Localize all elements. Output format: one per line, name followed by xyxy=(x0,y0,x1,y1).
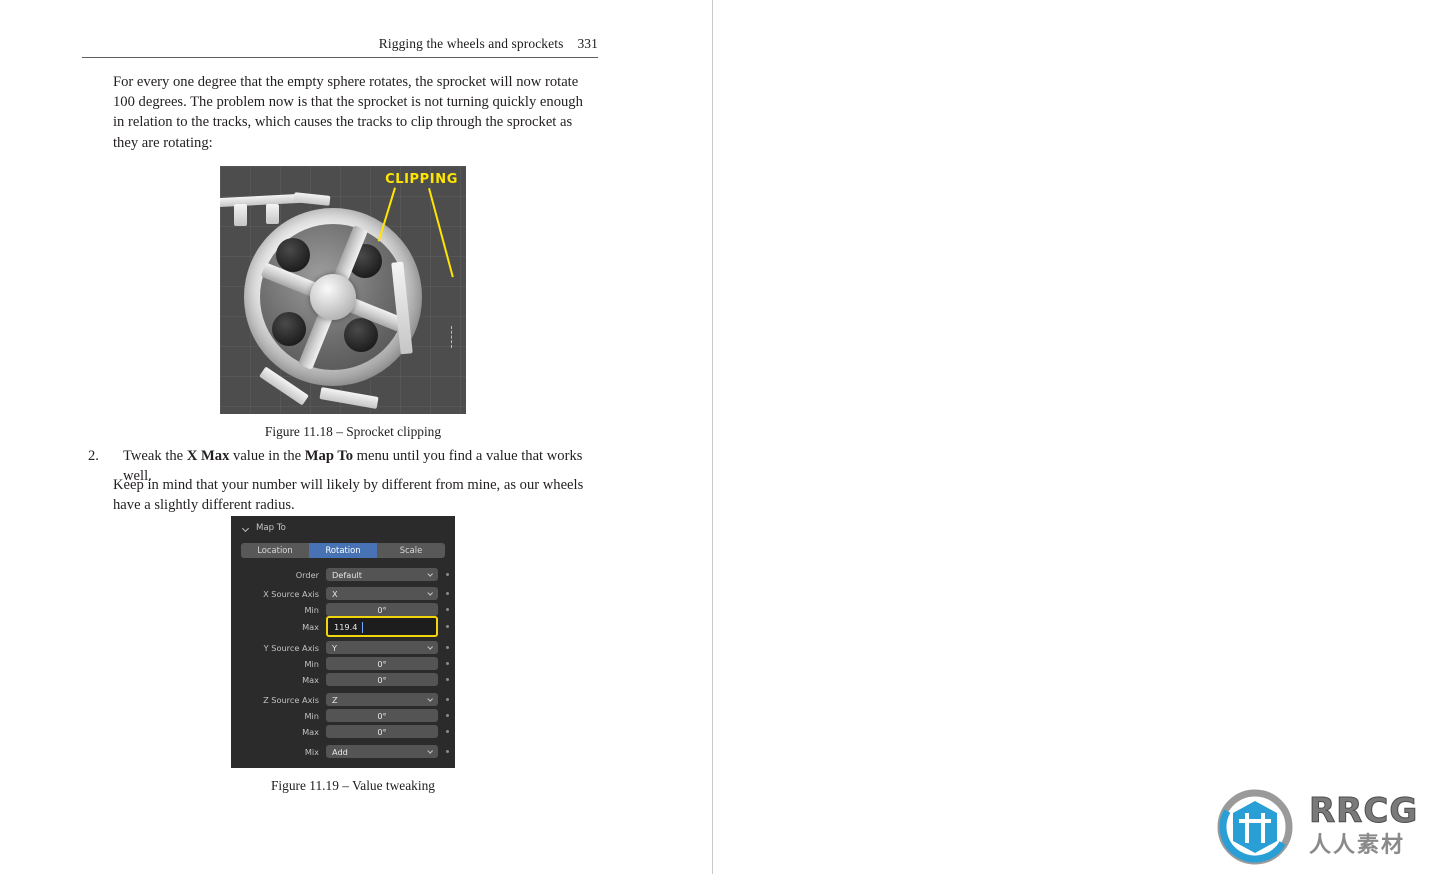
row-mix: Mix Add xyxy=(241,745,449,758)
left-page: Rigging the wheels and sprockets 331 For … xyxy=(0,0,712,874)
row-z-min: Min 0° xyxy=(241,709,449,722)
label-x-max: Max xyxy=(302,621,319,632)
row-order: Order Default xyxy=(241,568,449,581)
animate-property-dot[interactable] xyxy=(446,730,449,733)
panel-header-label: Map To xyxy=(256,523,286,533)
chevron-down-icon xyxy=(426,570,433,577)
row-x-min: Min 0° xyxy=(241,603,449,616)
slider-y-min[interactable]: 0° xyxy=(326,657,438,670)
figure-11-19-caption: Figure 11.19 – Value tweaking xyxy=(270,778,435,793)
figure-11-18-caption: Figure 11.18 – Sprocket clipping xyxy=(264,424,442,439)
row-z-max: Max 0° xyxy=(241,725,449,738)
label-y-min: Min xyxy=(304,658,319,669)
sprocket-lightening-hole xyxy=(272,312,306,346)
running-head-rule-left xyxy=(82,57,598,58)
label-mix: Mix xyxy=(304,746,319,757)
book-spread: Rigging the wheels and sprockets 331 For … xyxy=(0,0,1432,874)
li2-bold-mapto: Map To xyxy=(304,448,354,464)
label-x-min: Min xyxy=(304,604,319,615)
running-head-title: Rigging the wheels and sprockets xyxy=(378,36,564,51)
dropdown-z-source-axis[interactable]: Z xyxy=(326,693,438,706)
map-to-tab-group[interactable]: Location Rotation Scale xyxy=(241,543,445,558)
label-z-max: Max xyxy=(302,726,319,737)
tab-rotation[interactable]: Rotation xyxy=(309,543,377,558)
move-gizmo xyxy=(451,326,462,348)
li2-bold-xmax: X Max xyxy=(186,448,230,464)
rrcg-watermark: RRCG 人人素材 xyxy=(1209,787,1424,867)
list-item-2-number: 2. xyxy=(88,448,99,464)
chevron-down-icon xyxy=(426,589,433,596)
chevron-down-icon xyxy=(426,747,433,754)
row-y-max: Max 0° xyxy=(241,673,449,686)
sprocket-lightening-hole xyxy=(344,318,378,352)
animate-property-dot[interactable] xyxy=(446,646,449,649)
watermark-subtext: 人人素材 xyxy=(1309,833,1406,858)
row-x-source-axis: X Source Axis X xyxy=(241,587,449,600)
rrcg-logo-icon xyxy=(1217,789,1293,865)
animate-property-dot[interactable] xyxy=(446,678,449,681)
dropdown-order[interactable]: Default xyxy=(326,568,438,581)
animate-property-dot[interactable] xyxy=(446,573,449,576)
row-z-source-axis: Z Source Axis Z xyxy=(241,693,449,706)
chevron-down-icon xyxy=(241,524,250,532)
running-head-page-number: 331 xyxy=(577,36,598,51)
animate-property-dot[interactable] xyxy=(446,592,449,595)
clipping-annotation-label: CLIPPING xyxy=(385,172,458,187)
panel-header-map-to[interactable]: Map To xyxy=(231,516,455,533)
label-x-source-axis: X Source Axis xyxy=(263,588,319,599)
animate-property-dot[interactable] xyxy=(446,625,449,628)
label-y-source-axis: Y Source Axis xyxy=(263,642,319,653)
figure-11-18-sprocket-clipping: CLIPPING xyxy=(220,166,466,414)
chevron-down-icon xyxy=(426,643,433,650)
animate-property-dot[interactable] xyxy=(446,750,449,753)
edit-field-x-max[interactable]: 119.4 xyxy=(326,616,438,637)
animate-property-dot[interactable] xyxy=(446,714,449,717)
running-head-left: Rigging the wheels and sprockets 331 xyxy=(82,36,598,52)
label-z-min: Min xyxy=(304,710,319,721)
slider-z-min[interactable]: 0° xyxy=(326,709,438,722)
sprocket-lightening-hole xyxy=(276,238,310,272)
figure-11-19-map-to-panel: Map To Location Rotation Scale Order Def… xyxy=(231,516,455,768)
li2-part1: Tweak the xyxy=(123,448,187,464)
slider-z-max[interactable]: 0° xyxy=(326,725,438,738)
animate-property-dot[interactable] xyxy=(446,698,449,701)
row-x-max: Max 119.4 xyxy=(241,616,449,637)
text-cursor xyxy=(362,622,363,633)
dropdown-y-source-axis[interactable]: Y xyxy=(326,641,438,654)
watermark-text: RRCG xyxy=(1308,791,1419,832)
slider-y-max[interactable]: 0° xyxy=(326,673,438,686)
animate-property-dot[interactable] xyxy=(446,662,449,665)
sprocket-hub xyxy=(310,274,356,320)
slider-x-min[interactable]: 0° xyxy=(326,603,438,616)
li2-part2: value in the xyxy=(229,448,305,464)
tab-scale[interactable]: Scale xyxy=(377,543,445,558)
paragraph-after-list-2: Keep in mind that your number will likel… xyxy=(113,477,584,514)
tab-location[interactable]: Location xyxy=(241,543,309,558)
label-z-source-axis: Z Source Axis xyxy=(263,694,319,705)
row-y-min: Min 0° xyxy=(241,657,449,670)
row-y-source-axis: Y Source Axis Y xyxy=(241,641,449,654)
right-page: 332Rigging Tank Tracks 3. Create the sam… xyxy=(713,0,1432,874)
label-y-max: Max xyxy=(302,674,319,685)
animate-property-dot[interactable] xyxy=(446,608,449,611)
dropdown-mix[interactable]: Add xyxy=(326,745,438,758)
label-order: Order xyxy=(295,569,319,580)
dropdown-x-source-axis[interactable]: X xyxy=(326,587,438,600)
intro-paragraph: For every one degree that the empty sphe… xyxy=(113,74,583,151)
chevron-down-icon xyxy=(426,695,433,702)
